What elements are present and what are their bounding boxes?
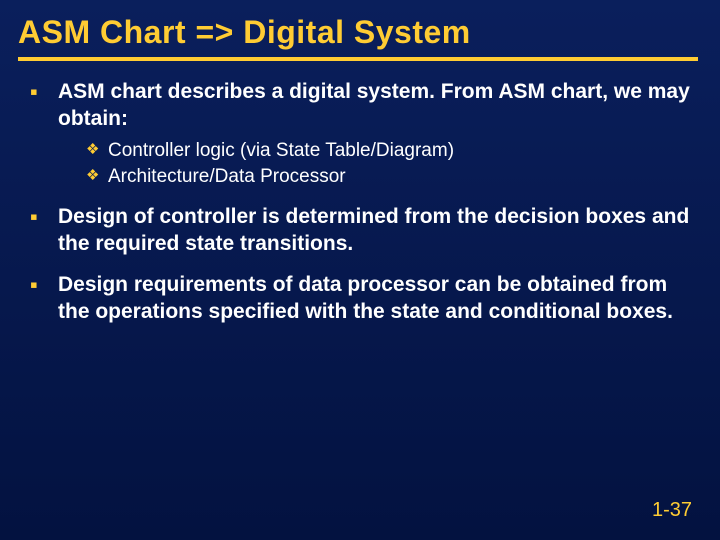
bullet-text: ASM chart describes a digital system. Fr…	[58, 80, 690, 130]
bullet-text: Design of controller is determined from …	[58, 205, 689, 255]
sub-bullet-item: Architecture/Data Processor	[86, 165, 690, 190]
sub-bullet-list: Controller logic (via State Table/Diagra…	[58, 139, 690, 190]
bullet-list: ASM chart describes a digital system. Fr…	[30, 79, 690, 326]
bullet-item: Design requirements of data processor ca…	[30, 272, 690, 326]
sub-bullet-text: Architecture/Data Processor	[108, 166, 346, 187]
page-number: 1-37	[652, 499, 692, 522]
slide-content: ASM chart describes a digital system. Fr…	[0, 61, 720, 326]
slide: ASM Chart => Digital System ASM chart de…	[0, 0, 720, 540]
slide-title: ASM Chart => Digital System	[0, 0, 720, 57]
bullet-item: Design of controller is determined from …	[30, 204, 690, 258]
bullet-text: Design requirements of data processor ca…	[58, 273, 673, 323]
sub-bullet-item: Controller logic (via State Table/Diagra…	[86, 139, 690, 164]
bullet-item: ASM chart describes a digital system. Fr…	[30, 79, 690, 190]
sub-bullet-text: Controller logic (via State Table/Diagra…	[108, 140, 454, 161]
